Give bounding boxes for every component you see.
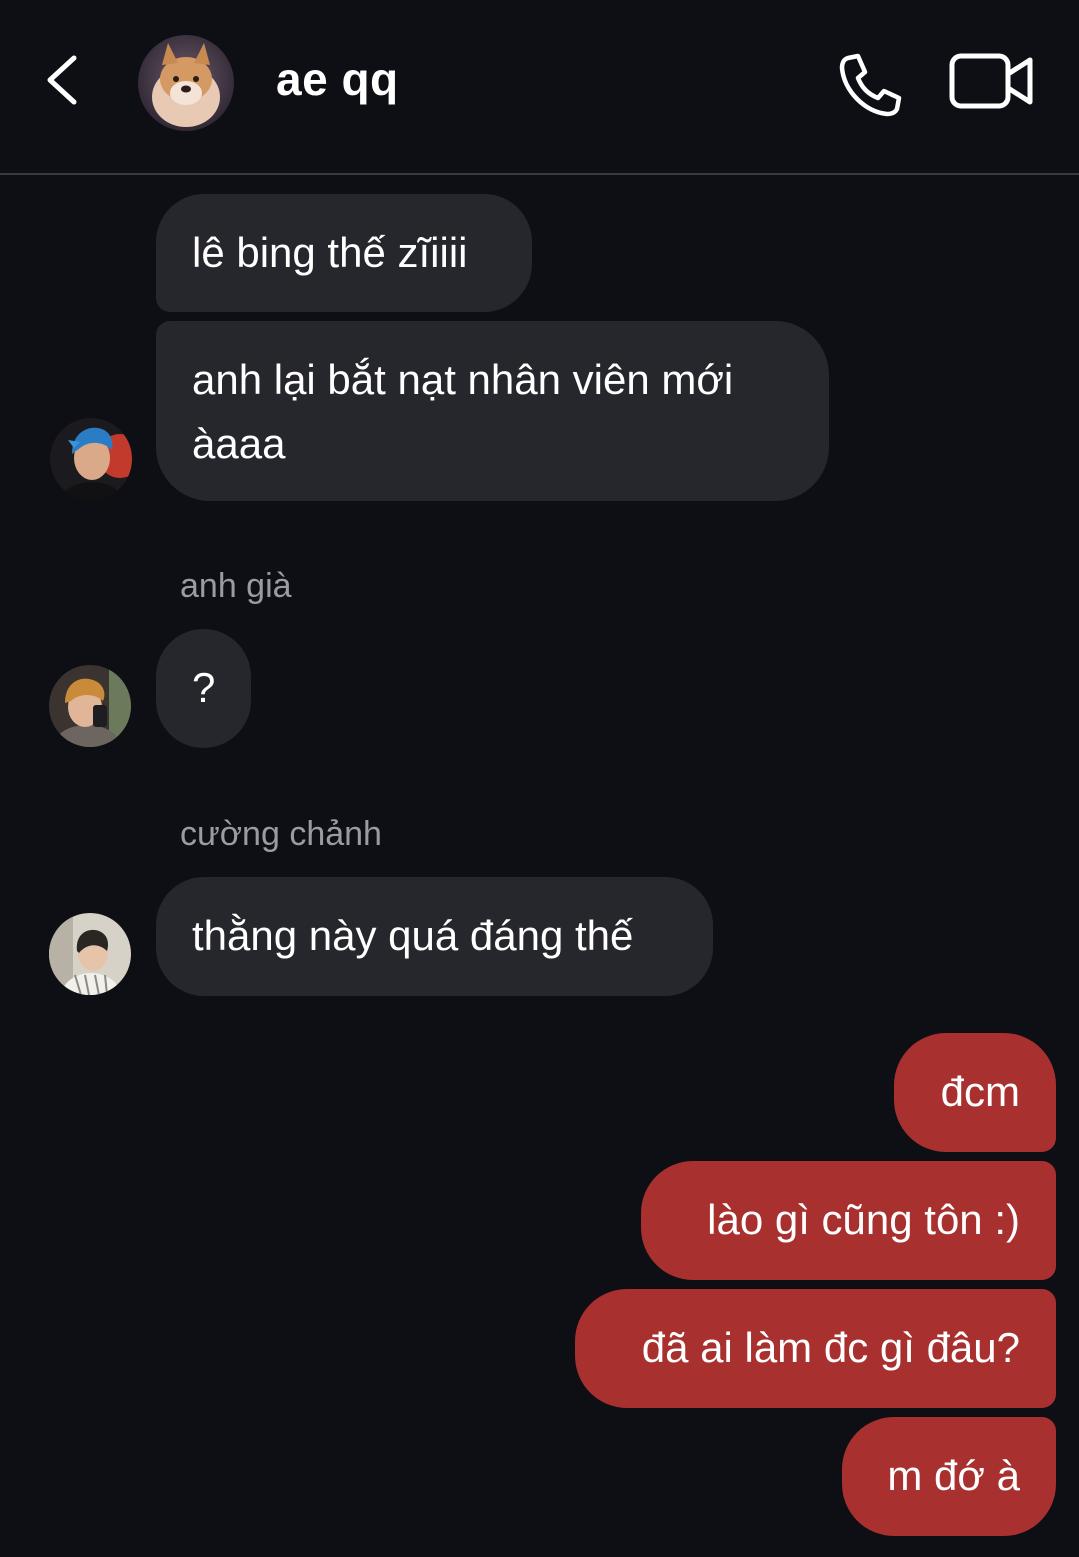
message-text: m đớ à [887, 1452, 1020, 1499]
message-text-line: àaaa [192, 420, 286, 467]
message-bubble-outgoing[interactable]: lào gì cũng tôn :) [641, 1161, 1056, 1280]
message-bubble-incoming[interactable]: ? [156, 629, 251, 748]
video-camera-icon [949, 53, 1033, 109]
message-text: thằng này quá đáng thế [192, 912, 634, 959]
message-bubble-outgoing[interactable]: m đớ à [842, 1417, 1056, 1536]
message-bubble-outgoing[interactable]: đã ai làm đc gì đâu? [575, 1289, 1056, 1408]
avatar[interactable] [49, 665, 131, 747]
sender-name: cường chảnh [180, 815, 382, 853]
message-text: lê bing thế zĩiiii [192, 229, 468, 276]
phone-icon [839, 53, 902, 117]
video-call-button[interactable] [948, 50, 1036, 112]
message-bubble-outgoing[interactable]: đcm [894, 1033, 1056, 1152]
message-text-line: anh lại bắt nạt nhân viên mới [192, 356, 734, 403]
message-bubble-incoming[interactable]: thằng này quá đáng thế [156, 877, 713, 996]
avatar[interactable] [50, 418, 132, 500]
voice-call-button[interactable] [834, 48, 906, 120]
message-text: đã ai làm đc gì đâu? [641, 1324, 1020, 1371]
chat-title[interactable]: ae qq [276, 52, 399, 106]
sender-name: anh già [180, 567, 292, 605]
avatar[interactable] [49, 913, 131, 995]
back-button[interactable] [40, 50, 90, 110]
group-avatar[interactable] [138, 35, 234, 131]
message-text: đcm [940, 1068, 1020, 1115]
message-bubble-incoming[interactable]: anh lại bắt nạt nhân viên mới àaaa [156, 321, 829, 501]
chat-header: ae qq [0, 0, 1079, 175]
message-text: ? [192, 664, 216, 711]
message-text: lào gì cũng tôn :) [707, 1196, 1020, 1243]
chevron-left-icon [47, 55, 77, 105]
message-bubble-incoming[interactable]: lê bing thế zĩiiii [156, 194, 532, 312]
